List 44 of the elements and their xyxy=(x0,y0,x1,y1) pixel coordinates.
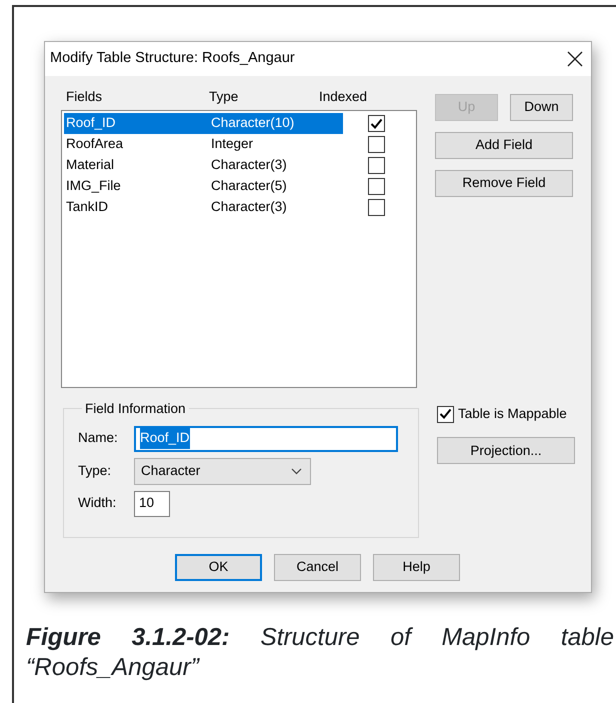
field-row[interactable]: RoofArea Integer xyxy=(64,134,343,155)
field-type: Character(10) xyxy=(211,114,294,132)
projection-button[interactable]: Projection... xyxy=(437,437,575,464)
action-button[interactable]: Down xyxy=(510,94,573,121)
figure-caption: Figure 3.1.2-02: Structure of MapInfo table “Roofs_Angaur” xyxy=(26,623,614,683)
dialog-button[interactable]: Help xyxy=(373,554,460,581)
field-type: Character(5) xyxy=(211,177,287,196)
action-button[interactable]: Add Field xyxy=(435,132,573,159)
column-header: Indexed xyxy=(319,88,368,104)
checkbox-label: Table is Mappable xyxy=(458,405,567,423)
indexed-checkbox[interactable] xyxy=(368,199,385,216)
field-name: IMG_File xyxy=(66,178,121,194)
field-label: Type: xyxy=(78,462,112,480)
column-header: Fields xyxy=(66,88,102,104)
caret-icon xyxy=(291,468,302,474)
field-type: Character(3) xyxy=(211,156,287,174)
field-name: Roof_ID xyxy=(66,115,116,130)
type-dropdown[interactable]: Character xyxy=(134,458,311,484)
group-title: Field Information xyxy=(84,402,187,416)
field-name: Material xyxy=(66,157,114,172)
field-name: RoofArea xyxy=(66,136,124,152)
field-row[interactable]: IMG_File Character(5) xyxy=(64,176,343,197)
indexed-checkbox[interactable] xyxy=(368,178,385,195)
indexed-checkbox[interactable] xyxy=(368,157,385,174)
indexed-checkbox[interactable] xyxy=(368,115,385,132)
column-header: Type xyxy=(209,88,238,104)
width-field[interactable]: 10 xyxy=(134,490,170,516)
mappable-checkbox[interactable] xyxy=(437,406,454,423)
field-name: TankID xyxy=(66,199,108,214)
field-row[interactable]: Roof_ID Character(10) xyxy=(64,113,343,134)
field-row[interactable]: TankID Character(3) xyxy=(64,197,343,218)
field-list[interactable]: Roof_ID Character(10) RoofArea Integer Material Character(3) IMG_File Character(5) TankID Character(3) xyxy=(61,110,417,388)
field-type: Character(3) xyxy=(211,198,287,216)
field-type: Integer xyxy=(211,135,254,154)
field-label: Name: xyxy=(78,429,119,448)
close-icon[interactable] xyxy=(567,51,583,67)
window-title: Modify Table Structure: Roofs_Angaur xyxy=(50,49,295,68)
dialog-button[interactable]: OK xyxy=(175,554,262,581)
dialog-button[interactable]: Cancel xyxy=(274,554,361,581)
action-button[interactable]: Remove Field xyxy=(435,170,573,197)
field-label: Width: xyxy=(78,494,118,512)
field-row[interactable]: Material Character(3) xyxy=(64,155,343,176)
name-field[interactable]: Roof_ID xyxy=(134,426,398,452)
indexed-checkbox[interactable] xyxy=(368,136,385,153)
